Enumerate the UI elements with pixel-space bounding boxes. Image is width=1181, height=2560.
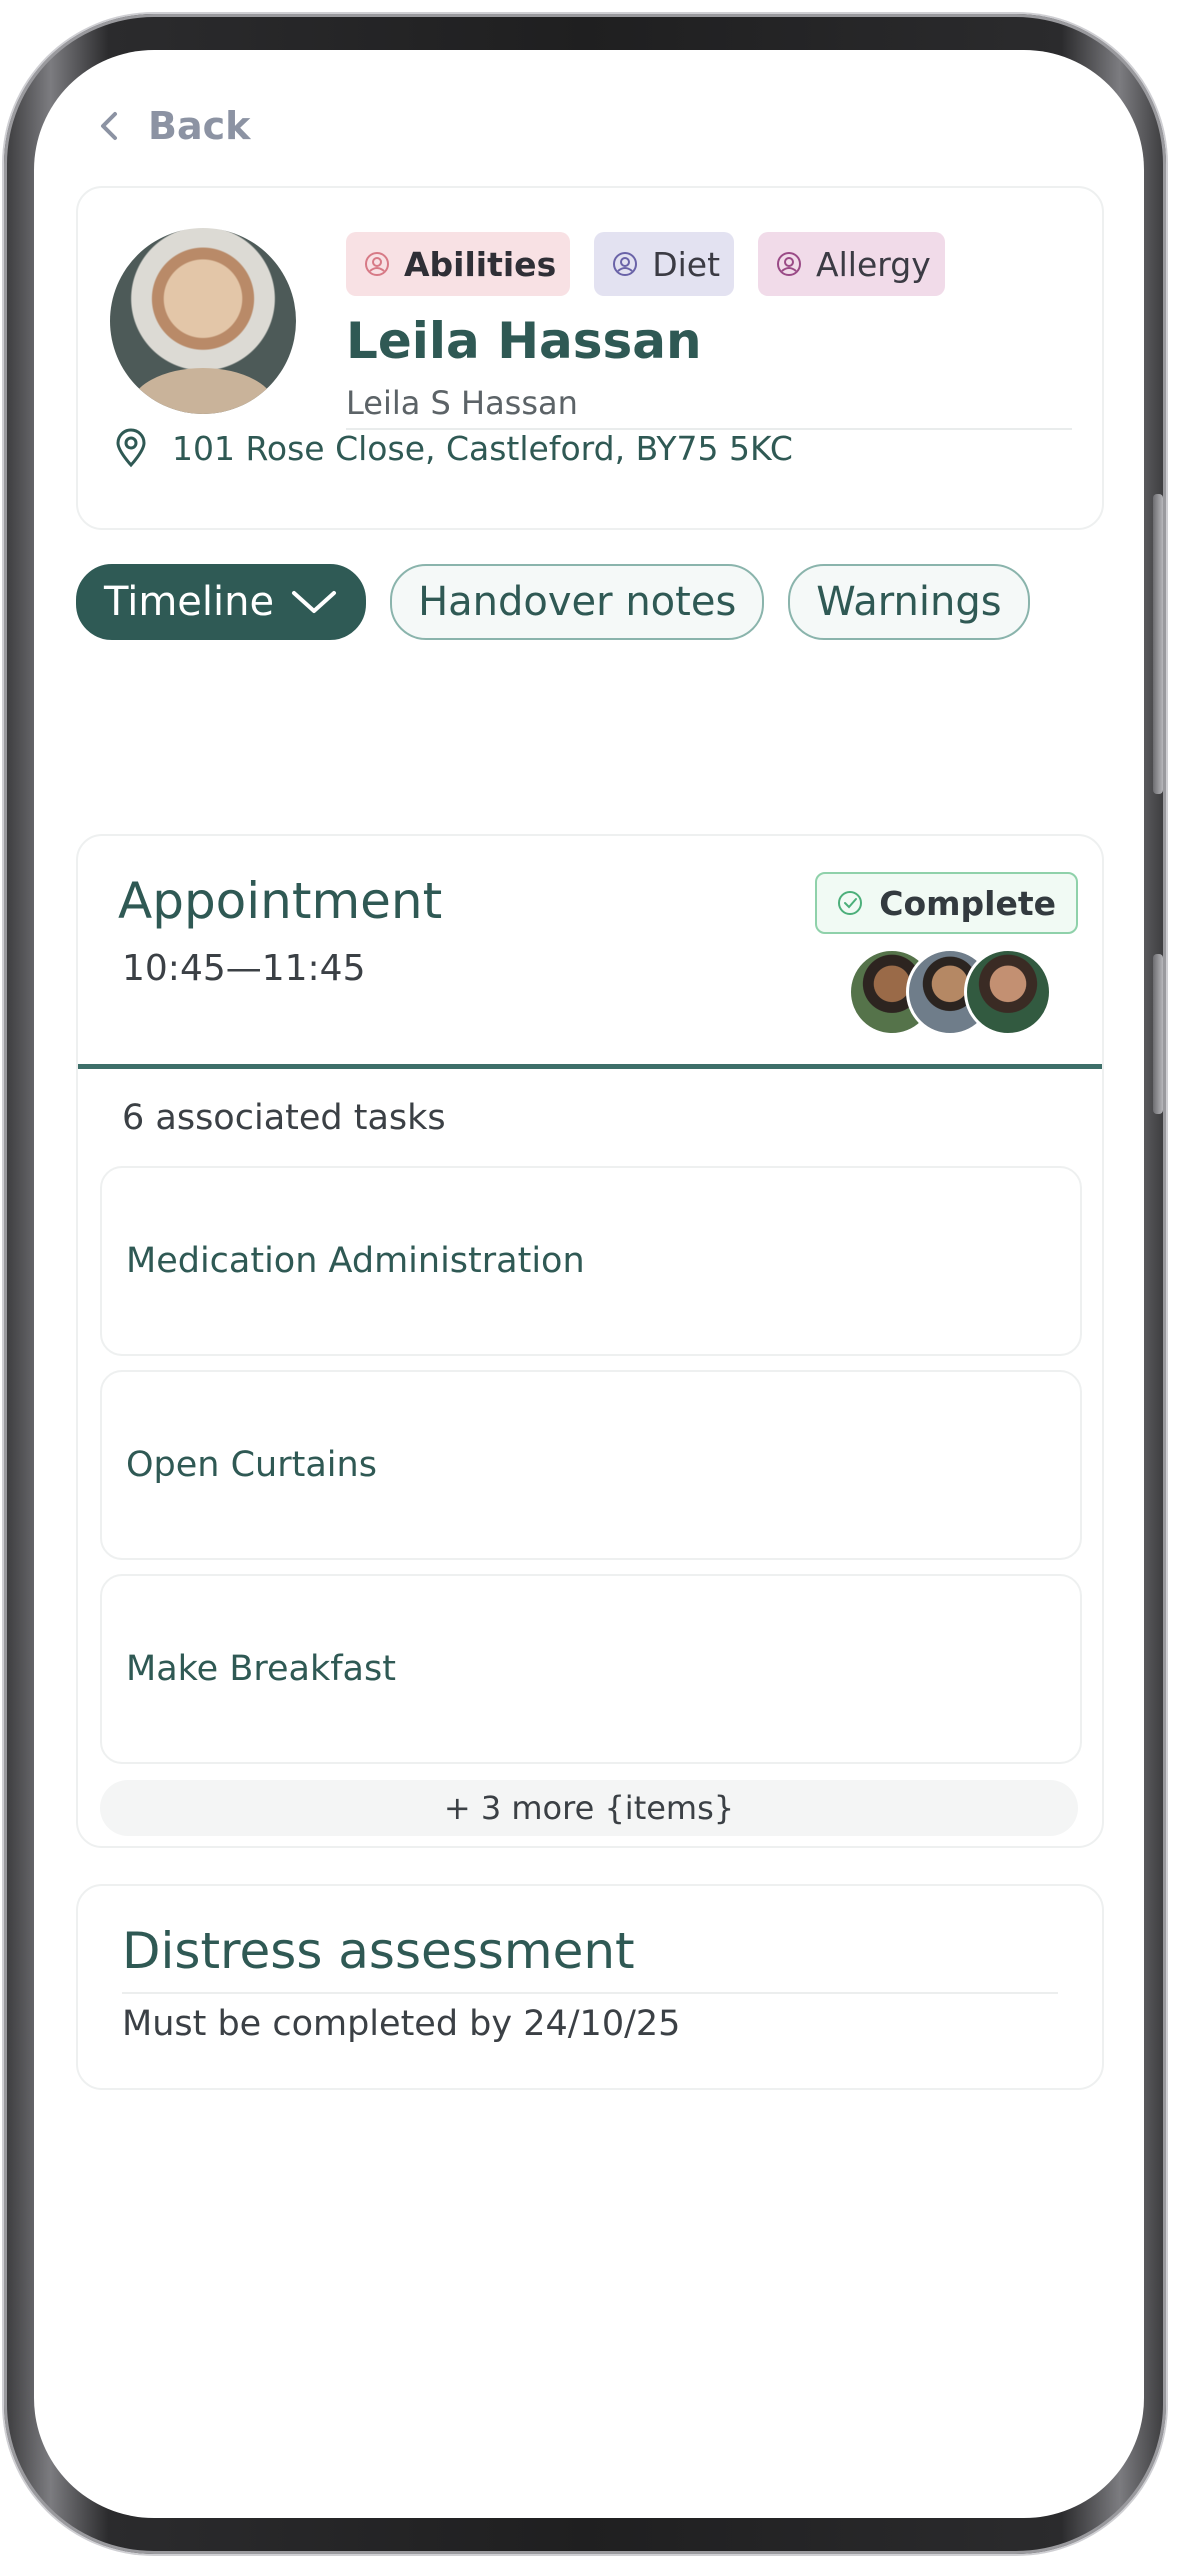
- address-text: 101 Rose Close, Castleford, BY75 5KC: [172, 428, 793, 468]
- task-label: Open Curtains: [126, 1445, 377, 1485]
- volume-button: [1153, 494, 1163, 794]
- assessment-due-date: Must be completed by 24/10/25: [122, 2004, 681, 2044]
- client-name: Leila Hassan: [346, 312, 702, 370]
- client-full-name: Leila S Hassan: [346, 384, 578, 422]
- task-label: Make Breakfast: [126, 1649, 396, 1689]
- app-screen: Back Abilities Diet Allergy Leila Hassan…: [34, 50, 1144, 2518]
- chevron-left-icon: [101, 112, 117, 140]
- client-address[interactable]: 101 Rose Close, Castleford, BY75 5KC: [114, 428, 793, 468]
- location-pin-icon: [116, 428, 146, 468]
- view-tabs: Timeline Handover notes Warnings: [76, 564, 1030, 640]
- power-button: [1153, 954, 1163, 1114]
- tab-handover-notes[interactable]: Handover notes: [390, 564, 765, 640]
- appointment-card[interactable]: Appointment 10:45—11:45 Complete 6 assoc…: [76, 834, 1104, 1848]
- tab-timeline[interactable]: Timeline: [76, 564, 367, 640]
- tab-label: Warnings: [816, 579, 1002, 625]
- carer-avatars[interactable]: [848, 948, 1052, 1036]
- more-tasks-button[interactable]: + 3 more {items}: [100, 1780, 1078, 1836]
- status-badge: Complete: [815, 872, 1078, 934]
- tag-label: Abilities: [404, 244, 557, 284]
- task-item[interactable]: Open Curtains: [100, 1370, 1082, 1560]
- client-tags: Abilities Diet Allergy: [346, 232, 945, 296]
- back-button[interactable]: Back: [98, 104, 250, 148]
- tab-label: Handover notes: [418, 579, 737, 625]
- tag-label: Allergy: [816, 244, 931, 284]
- person-circle-icon: [365, 252, 389, 276]
- assessment-title: Distress assessment: [122, 1922, 635, 1980]
- client-avatar: [110, 228, 296, 414]
- client-profile-card: Abilities Diet Allergy Leila Hassan Leil…: [76, 186, 1104, 530]
- assessment-card[interactable]: Distress assessment Must be completed by…: [76, 1884, 1104, 2090]
- avatar: [964, 948, 1052, 1036]
- tasks-summary: 6 associated tasks: [122, 1098, 446, 1138]
- task-item[interactable]: Make Breakfast: [100, 1574, 1082, 1764]
- person-circle-icon: [777, 252, 802, 276]
- tab-label: Timeline: [104, 579, 275, 625]
- tag-diet[interactable]: Diet: [594, 232, 735, 296]
- back-label: Back: [148, 104, 251, 148]
- task-label: Medication Administration: [126, 1241, 585, 1281]
- person-circle-icon: [613, 252, 638, 276]
- tab-warnings[interactable]: Warnings: [788, 564, 1030, 640]
- tag-label: Diet: [652, 244, 721, 284]
- appointment-title: Appointment: [118, 872, 443, 930]
- appointment-time: 10:45—11:45: [122, 948, 366, 989]
- status-label: Complete: [879, 883, 1056, 923]
- tag-abilities[interactable]: Abilities: [346, 232, 571, 296]
- assessment-divider: [122, 1992, 1058, 1994]
- chevron-down-icon: [292, 591, 337, 613]
- appointment-divider: [78, 1064, 1102, 1069]
- task-item[interactable]: Medication Administration: [100, 1166, 1082, 1356]
- tag-allergy[interactable]: Allergy: [758, 232, 945, 296]
- device-frame: Back Abilities Diet Allergy Leila Hassan…: [4, 14, 1166, 2554]
- check-circle-icon: [838, 891, 863, 915]
